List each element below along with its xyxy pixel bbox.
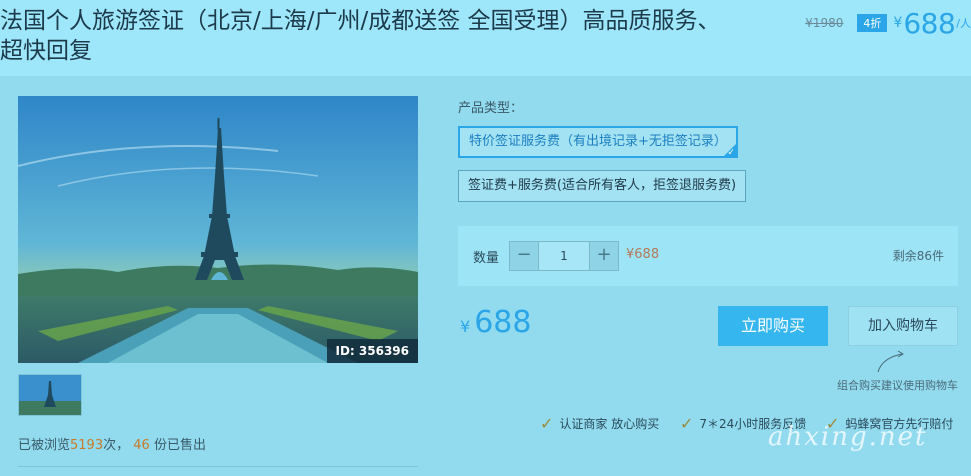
line-price: ¥688 (626, 247, 660, 262)
views-suffix: 次， (103, 438, 130, 453)
product-stats: 已被浏览5193次， 46 份已售出 (18, 434, 206, 453)
check-icon: ✓ (540, 414, 554, 433)
quantity-input[interactable]: 1 (538, 242, 590, 270)
option-visa-plus-service[interactable]: 签证费+服务费(适合所有客人，拒签退服务费) (458, 170, 747, 202)
image-id-badge: ID: 356396 (326, 339, 418, 363)
product-photo[interactable]: ID: 356396 (18, 96, 418, 363)
cart-hint: 组合购买建议使用购物车 (837, 379, 958, 392)
stock-remaining: 剩余86件 (892, 249, 944, 263)
minus-button[interactable]: − (510, 242, 538, 270)
stats-divider (18, 466, 418, 467)
price-unit: /人 (956, 17, 971, 30)
guarantee-label: 认证商家 放心购买 (559, 417, 660, 431)
buy-now-button[interactable]: 立即购买 (718, 306, 828, 346)
quantity-stepper[interactable]: − 1 + (509, 241, 619, 271)
curved-arrow-icon (877, 350, 904, 373)
original-price: ¥1980 (805, 16, 844, 30)
plus-button[interactable]: + (590, 242, 618, 270)
sold-count: 46 (133, 438, 150, 453)
add-to-cart-button[interactable]: 加入购物车 (848, 306, 958, 346)
views-prefix: 已被浏览 (18, 438, 71, 453)
top-price-block: ¥1980 4折 ¥ 688 /人 (805, 6, 971, 40)
option-special-service[interactable]: 特价签证服务费（有出境记录+无拒签记录） ✓ (458, 126, 738, 158)
view-count: 5193 (70, 438, 104, 453)
check-icon: ✓ (680, 414, 694, 433)
option-label: 签证费+服务费(适合所有客人，拒签退服务费) (468, 178, 737, 193)
total-value: 688 (474, 305, 532, 340)
eiffel-tower-thumbnail (19, 375, 81, 415)
option-label: 特价签证服务费（有出境记录+无拒签记录） (469, 134, 727, 149)
quantity-panel: 数量 − 1 + ¥688 剩余86件 (458, 226, 958, 286)
sold-suffix: 份已售出 (153, 438, 206, 453)
product-title: 法国个人旅游签证（北京/上海/广州/成都送签 全国受理）高品质服务、超快回复 (0, 8, 721, 64)
total-currency: ¥ (460, 317, 471, 336)
product-type-label: 产品类型： (458, 101, 524, 116)
check-icon: ✓ (727, 148, 735, 158)
discount-badge: 4折 (857, 14, 888, 32)
thumbnail-1[interactable] (18, 374, 82, 416)
quantity-label: 数量 (473, 251, 500, 266)
guarantee-certified: ✓ 认证商家 放心购买 (540, 414, 659, 433)
eiffel-tower-image (18, 96, 418, 363)
site-watermark: ahxing.net (768, 422, 928, 452)
sale-price: 688 (903, 6, 956, 40)
currency-symbol: ¥ (893, 15, 903, 31)
total-price: ¥688 (460, 305, 531, 340)
